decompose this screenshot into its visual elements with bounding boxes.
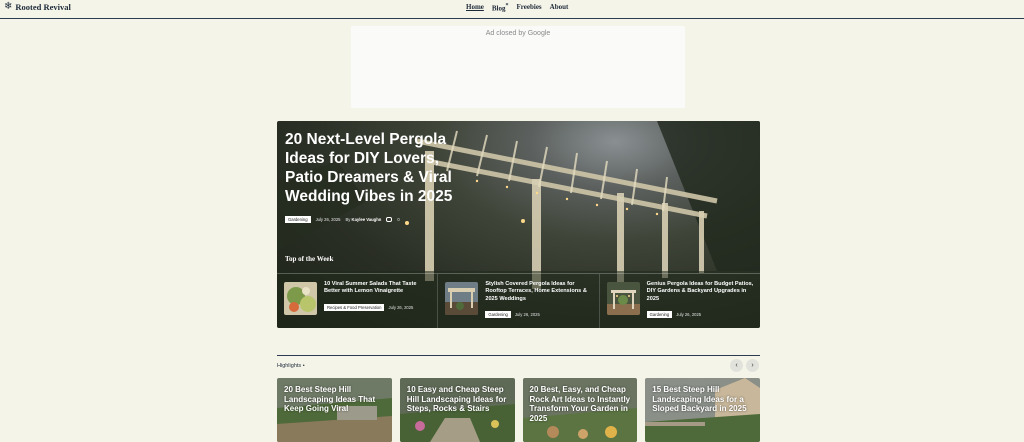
top-week-meta: Recipes & Food Preservation July 26, 202… (324, 304, 413, 311)
top-week-date: July 26, 2025 (388, 305, 414, 310)
highlight-title[interactable]: 10 Easy and Cheap Steep Hill Landscaping… (407, 385, 511, 414)
top-week-meta: Gardening July 26, 2025 (485, 311, 540, 318)
site-logo[interactable]: ❄ Rooted Revival (4, 1, 71, 13)
highlights-label: Highlights (277, 363, 302, 369)
ad-closed-text: Ad closed by Google (485, 30, 551, 37)
nav-freebies[interactable]: Freebies (517, 3, 542, 12)
salad-thumbnail (284, 282, 317, 315)
nav-blog-marker: * (505, 3, 509, 9)
comment-icon (386, 217, 393, 222)
nav-blog-label: Blog (491, 4, 506, 13)
top-week-category[interactable]: Gardening (646, 311, 673, 318)
site-title[interactable]: Rooted Revival (15, 2, 70, 12)
nav-about[interactable]: About (550, 3, 569, 12)
top-week-title[interactable]: 10 Viral Summer Salads That Taste Better… (324, 281, 432, 296)
highlights-heading: Highlights • (277, 363, 305, 369)
hero-date: July 26, 2025 (315, 217, 341, 222)
top-week-card[interactable]: Genius Pergola Ideas for Budget Patios, … (600, 274, 760, 328)
highlight-title[interactable]: 15 Best Steep Hill Landscaping Ideas for… (652, 385, 756, 414)
top-week-meta: Gardening July 26, 2025 (646, 311, 702, 318)
hero-category-tag[interactable]: Gardening (285, 216, 311, 223)
highlight-card[interactable]: 15 Best Steep Hill Landscaping Ideas for… (645, 378, 760, 442)
budget-pergola-thumbnail (606, 282, 640, 315)
carousel-prev-button[interactable]: ‹ (730, 359, 743, 372)
highlight-card[interactable]: 20 Best Steep Hill Landscaping Ideas Tha… (277, 378, 392, 442)
top-week-title[interactable]: Stylish Covered Pergola Ideas for Roofto… (485, 281, 593, 303)
top-week-category[interactable]: Gardening (485, 311, 511, 318)
covered-pergola-thumbnail (445, 282, 479, 315)
highlights-divider (277, 355, 760, 356)
top-week-card[interactable]: Stylish Covered Pergola Ideas for Roofto… (438, 274, 600, 328)
highlight-title[interactable]: 20 Best Steep Hill Landscaping Ideas Tha… (284, 385, 388, 414)
nav-home[interactable]: Home (466, 3, 484, 12)
highlight-card[interactable]: 10 Easy and Cheap Steep Hill Landscaping… (399, 378, 515, 442)
top-of-week-heading: Top of the Week (285, 255, 334, 263)
hero-author[interactable]: Kaylee Vaughn (352, 217, 382, 222)
top-week-card[interactable]: 10 Viral Summer Salads That Taste Better… (277, 274, 439, 328)
highlight-card[interactable]: 20 Best, Easy, and Cheap Rock Art Ideas … (522, 378, 638, 442)
hero-meta: Gardening July 26, 2025 By Kaylee Vaughn… (285, 216, 400, 223)
highlights-marker: • (302, 363, 305, 369)
carousel-next-button[interactable]: › (746, 359, 759, 372)
hero-featured-post[interactable]: 20 Next-Level Pergola Ideas for DIY Love… (277, 121, 760, 328)
hero-title[interactable]: 20 Next-Level Pergola Ideas for DIY Love… (285, 130, 475, 206)
top-nav-bar: ❄ Rooted Revival Home Blog* Freebies Abo… (0, 0, 1024, 19)
hero-author-line: By Kaylee Vaughn (345, 217, 381, 222)
main-nav: Home Blog* Freebies About (466, 3, 568, 12)
hero-author-prefix: By (345, 217, 351, 222)
top-week-date: July 26, 2025 (514, 312, 540, 317)
hero-comment-count[interactable]: 0 (397, 217, 399, 222)
nav-blog[interactable]: Blog* (492, 3, 509, 12)
highlight-title[interactable]: 20 Best, Easy, and Cheap Rock Art Ideas … (530, 385, 634, 423)
top-of-week-list: 10 Viral Summer Salads That Taste Better… (277, 273, 760, 328)
ad-slot: Ad closed by Google (351, 26, 685, 108)
top-week-category[interactable]: Recipes & Food Preservation (324, 304, 385, 311)
top-week-title[interactable]: Genius Pergola Ideas for Budget Patios, … (647, 281, 755, 303)
top-week-date: July 26, 2025 (676, 312, 702, 317)
snowflake-icon: ❄ (4, 1, 13, 12)
highlights-carousel: 20 Best Steep Hill Landscaping Ideas Tha… (277, 378, 760, 442)
